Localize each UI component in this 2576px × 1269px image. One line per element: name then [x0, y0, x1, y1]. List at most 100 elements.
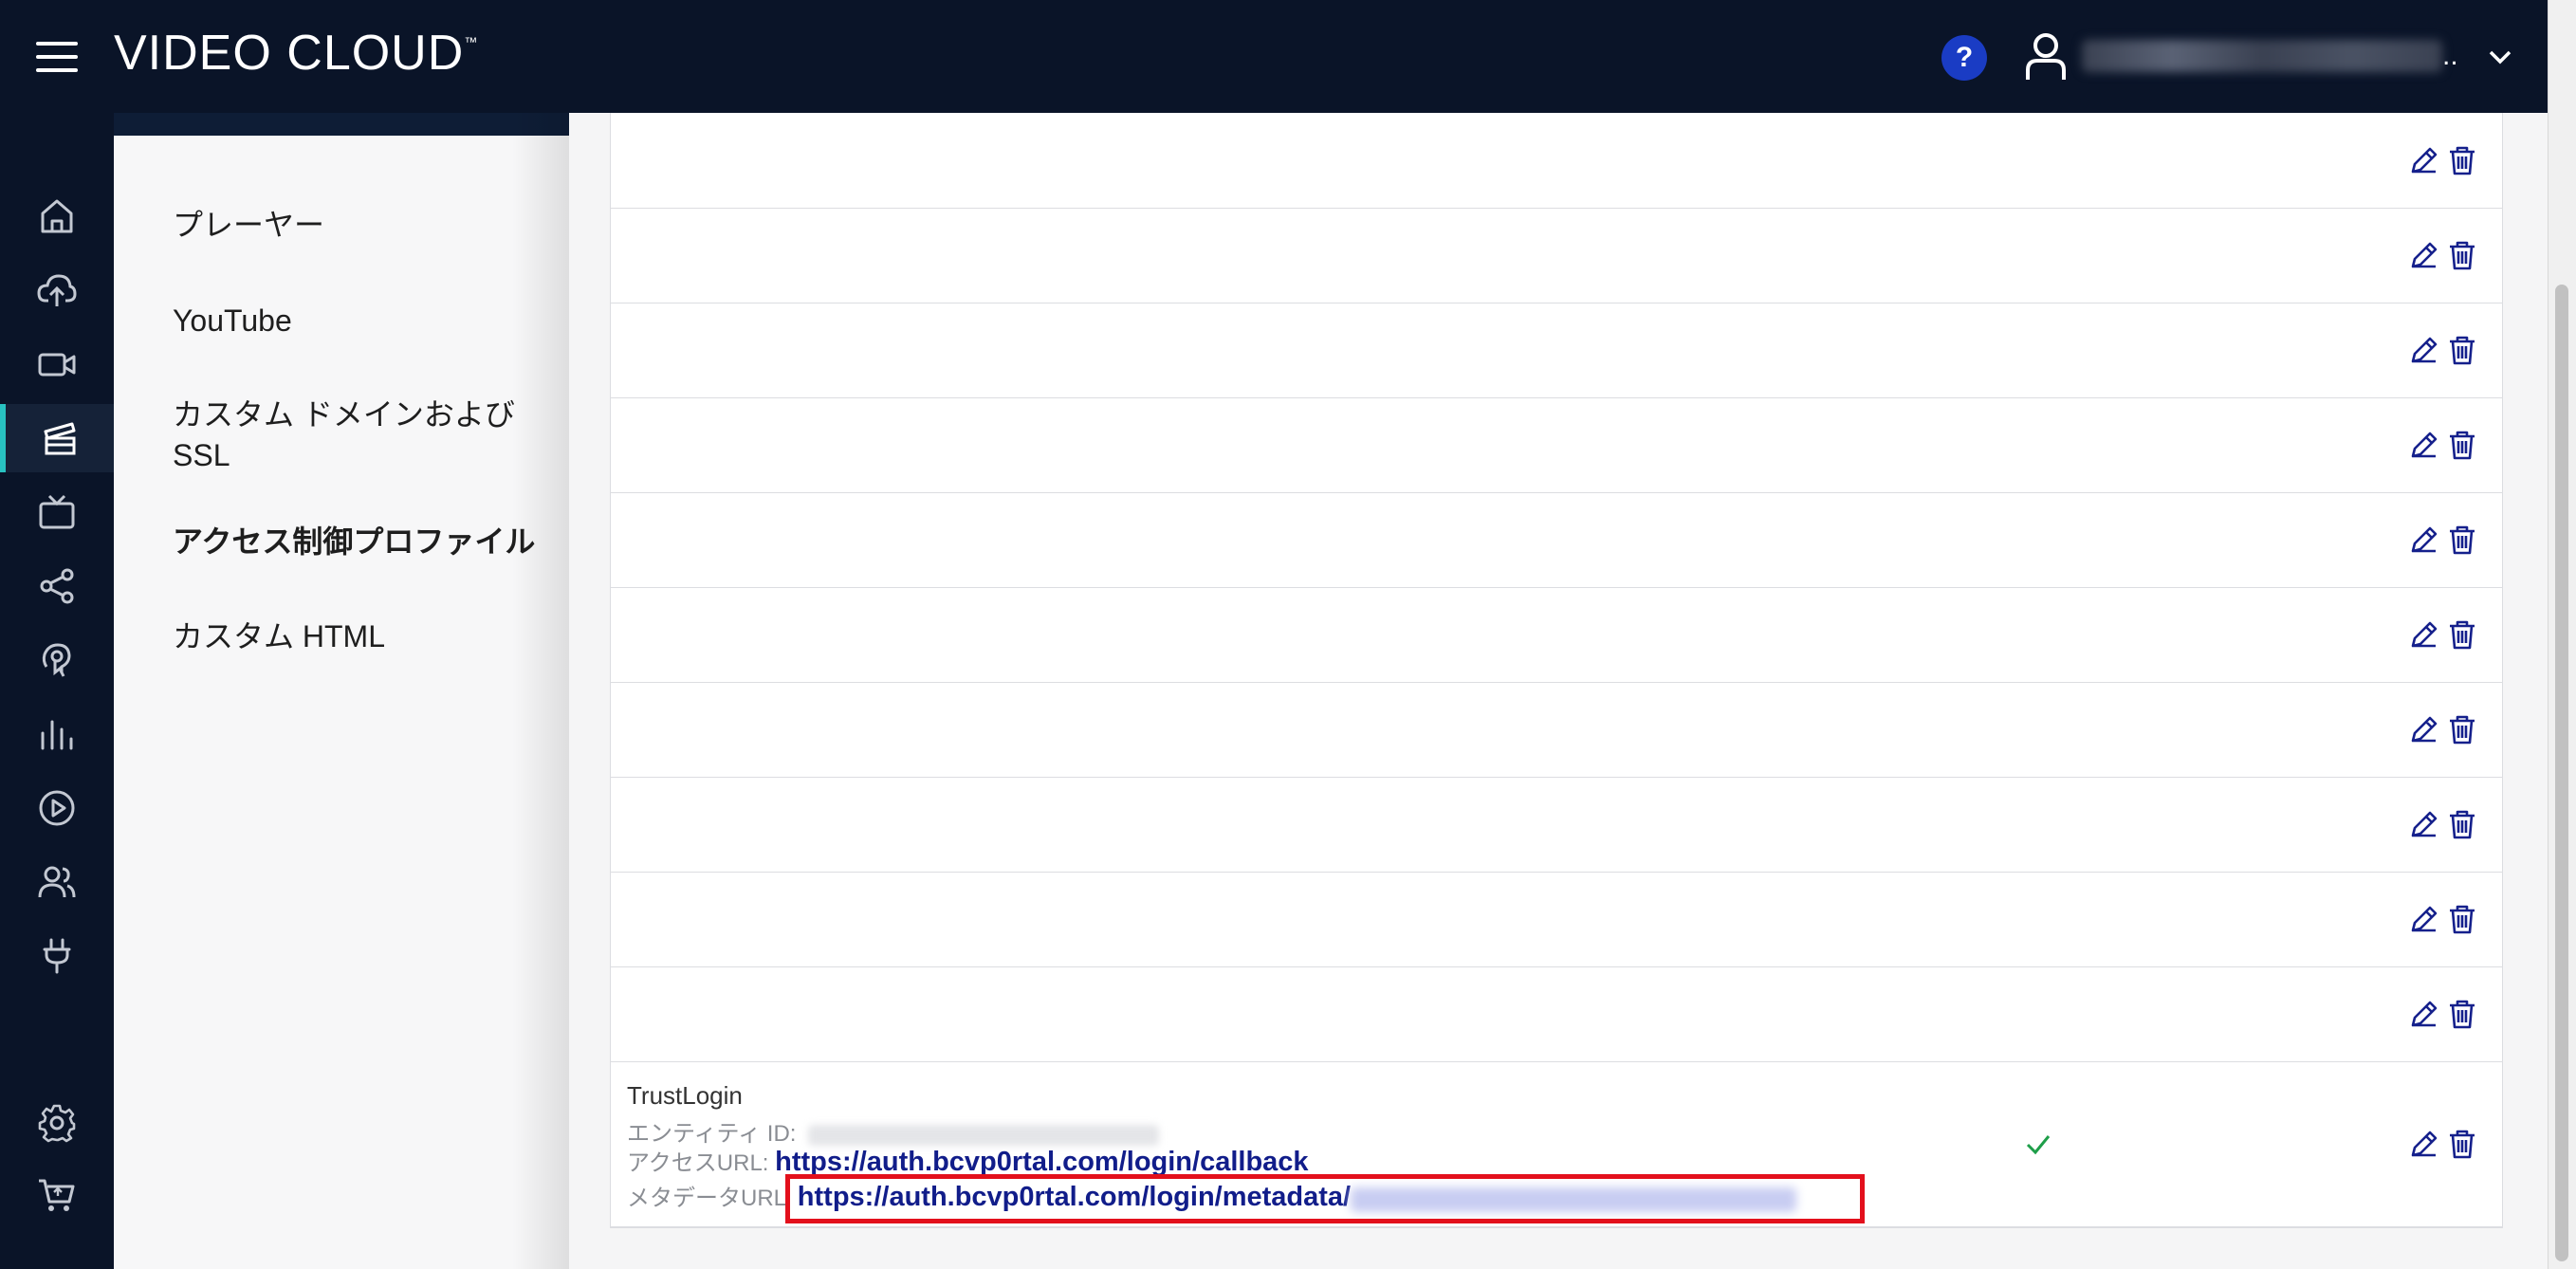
nav-integrations[interactable] [0, 922, 114, 990]
subnav-item-players[interactable]: プレーヤー [173, 205, 552, 246]
users-icon [38, 866, 76, 898]
edit-icon[interactable] [2408, 903, 2440, 935]
checkmark-icon [2026, 1135, 2051, 1155]
brand-name: VIDEO CLOUD [114, 26, 465, 81]
media-module-icon [44, 422, 76, 455]
table-row [611, 113, 2502, 209]
top-bar: VIDEO CLOUD™ ? .. [0, 0, 2548, 113]
nav-users[interactable] [0, 848, 114, 916]
row-actions [2408, 808, 2493, 846]
help-button[interactable]: ? [1941, 35, 1987, 81]
edit-icon[interactable] [2408, 239, 2440, 271]
trash-icon[interactable] [2446, 334, 2478, 366]
profile-name: TrustLogin [627, 1081, 743, 1110]
nav-ott[interactable] [0, 478, 114, 546]
subnav-item-custom-domains-ssl[interactable]: カスタム ドメインおよび SSL [173, 395, 524, 476]
trash-icon[interactable] [2446, 1128, 2478, 1160]
row-actions [2408, 998, 2493, 1036]
admin-subnav: プレーヤー YouTube カスタム ドメインおよび SSL アクセス制御プロフ… [114, 113, 569, 1269]
row-actions [2408, 524, 2493, 561]
trash-icon[interactable] [2446, 903, 2478, 935]
nav-settings[interactable] [0, 1089, 114, 1157]
edit-icon[interactable] [2408, 1128, 2440, 1160]
edit-icon[interactable] [2408, 808, 2440, 840]
subnav-shadow [512, 113, 569, 1269]
chevron-down-icon[interactable] [2485, 42, 2515, 72]
nav-home[interactable] [0, 182, 114, 250]
row-actions [2408, 239, 2493, 277]
table-row [611, 209, 2502, 303]
metadata-url-line: メタデータURL https://auth.bcvp0rtal.com/logi… [627, 1179, 1797, 1213]
edit-icon[interactable] [2408, 618, 2440, 651]
trash-icon[interactable] [2446, 618, 2478, 651]
row-actions [2408, 334, 2493, 372]
row-actions [2408, 144, 2493, 182]
subnav-item-custom-html[interactable]: カスタム HTML [173, 616, 552, 657]
table-row [611, 967, 2502, 1062]
analytics-icon [41, 720, 73, 750]
home-icon [41, 199, 73, 233]
nav-analytics[interactable] [0, 700, 114, 768]
left-icon-rail [0, 113, 114, 1269]
trash-icon[interactable] [2446, 239, 2478, 271]
trash-icon[interactable] [2446, 524, 2478, 556]
access-profiles-table: TrustLogin エンティティ ID: アクセスURL: https://a… [610, 113, 2503, 1228]
table-row [611, 873, 2502, 967]
subnav-item-access-control-profiles[interactable]: アクセス制御プロファイル [173, 522, 552, 562]
table-row [611, 588, 2502, 683]
edit-icon[interactable] [2408, 334, 2440, 366]
user-name-blurred[interactable] [2082, 40, 2442, 72]
edit-icon[interactable] [2408, 524, 2440, 556]
scrollbar-thumb[interactable] [2555, 285, 2568, 1261]
video-camera-icon [38, 353, 76, 377]
row-actions [2408, 618, 2493, 656]
trash-icon[interactable] [2446, 713, 2478, 745]
metadata-url-link[interactable]: https://auth.bcvp0rtal.com/login/metadat… [798, 1182, 1351, 1212]
brand-logo[interactable]: VIDEO CLOUD™ [114, 25, 478, 82]
trash-icon[interactable] [2446, 429, 2478, 461]
table-row [611, 303, 2502, 398]
edit-icon[interactable] [2408, 144, 2440, 176]
hamburger-menu-icon[interactable] [36, 42, 78, 72]
access-url-label: アクセスURL: [627, 1150, 769, 1176]
entity-id-line: エンティティ ID: [627, 1114, 1160, 1148]
nav-social[interactable] [0, 552, 114, 620]
nav-players[interactable] [0, 774, 114, 842]
audience-icon [42, 643, 71, 677]
cart-icon [39, 1179, 75, 1211]
row-actions [2408, 713, 2493, 751]
edit-icon[interactable] [2408, 998, 2440, 1030]
table-row [611, 398, 2502, 493]
plug-icon [43, 938, 71, 974]
table-row-trustlogin: TrustLogin エンティティ ID: アクセスURL: https://a… [611, 1062, 2502, 1227]
nav-media[interactable] [0, 404, 114, 472]
row-actions [2408, 903, 2493, 941]
row-actions [2408, 429, 2493, 467]
nav-upload[interactable] [0, 256, 114, 324]
trash-icon[interactable] [2446, 144, 2478, 176]
trash-icon[interactable] [2446, 998, 2478, 1030]
trash-icon[interactable] [2446, 808, 2478, 840]
table-row [611, 778, 2502, 873]
nav-purchase[interactable] [0, 1161, 114, 1229]
tv-icon [39, 494, 75, 529]
entity-id-blurred [808, 1124, 1160, 1146]
players-icon [39, 790, 75, 826]
share-icon [40, 568, 74, 604]
metadata-url-label: メタデータURL [627, 1186, 786, 1211]
table-row [611, 493, 2502, 588]
upload-icon [37, 274, 77, 306]
row-actions [2408, 1128, 2493, 1166]
access-url-link[interactable]: https://auth.bcvp0rtal.com/login/callbac… [775, 1147, 1308, 1177]
entity-id-label: エンティティ ID: [627, 1121, 797, 1147]
access-url-line: アクセスURL: https://auth.bcvp0rtal.com/logi… [627, 1144, 1309, 1178]
nav-live[interactable] [0, 330, 114, 398]
user-icon[interactable] [2025, 32, 2067, 82]
nav-audience[interactable] [0, 626, 114, 694]
edit-icon[interactable] [2408, 429, 2440, 461]
metadata-url-blurred [1351, 1186, 1797, 1212]
table-row [611, 683, 2502, 778]
edit-icon[interactable] [2408, 713, 2440, 745]
subnav-item-youtube[interactable]: YouTube [173, 301, 552, 341]
trademark-mark: ™ [464, 34, 479, 49]
